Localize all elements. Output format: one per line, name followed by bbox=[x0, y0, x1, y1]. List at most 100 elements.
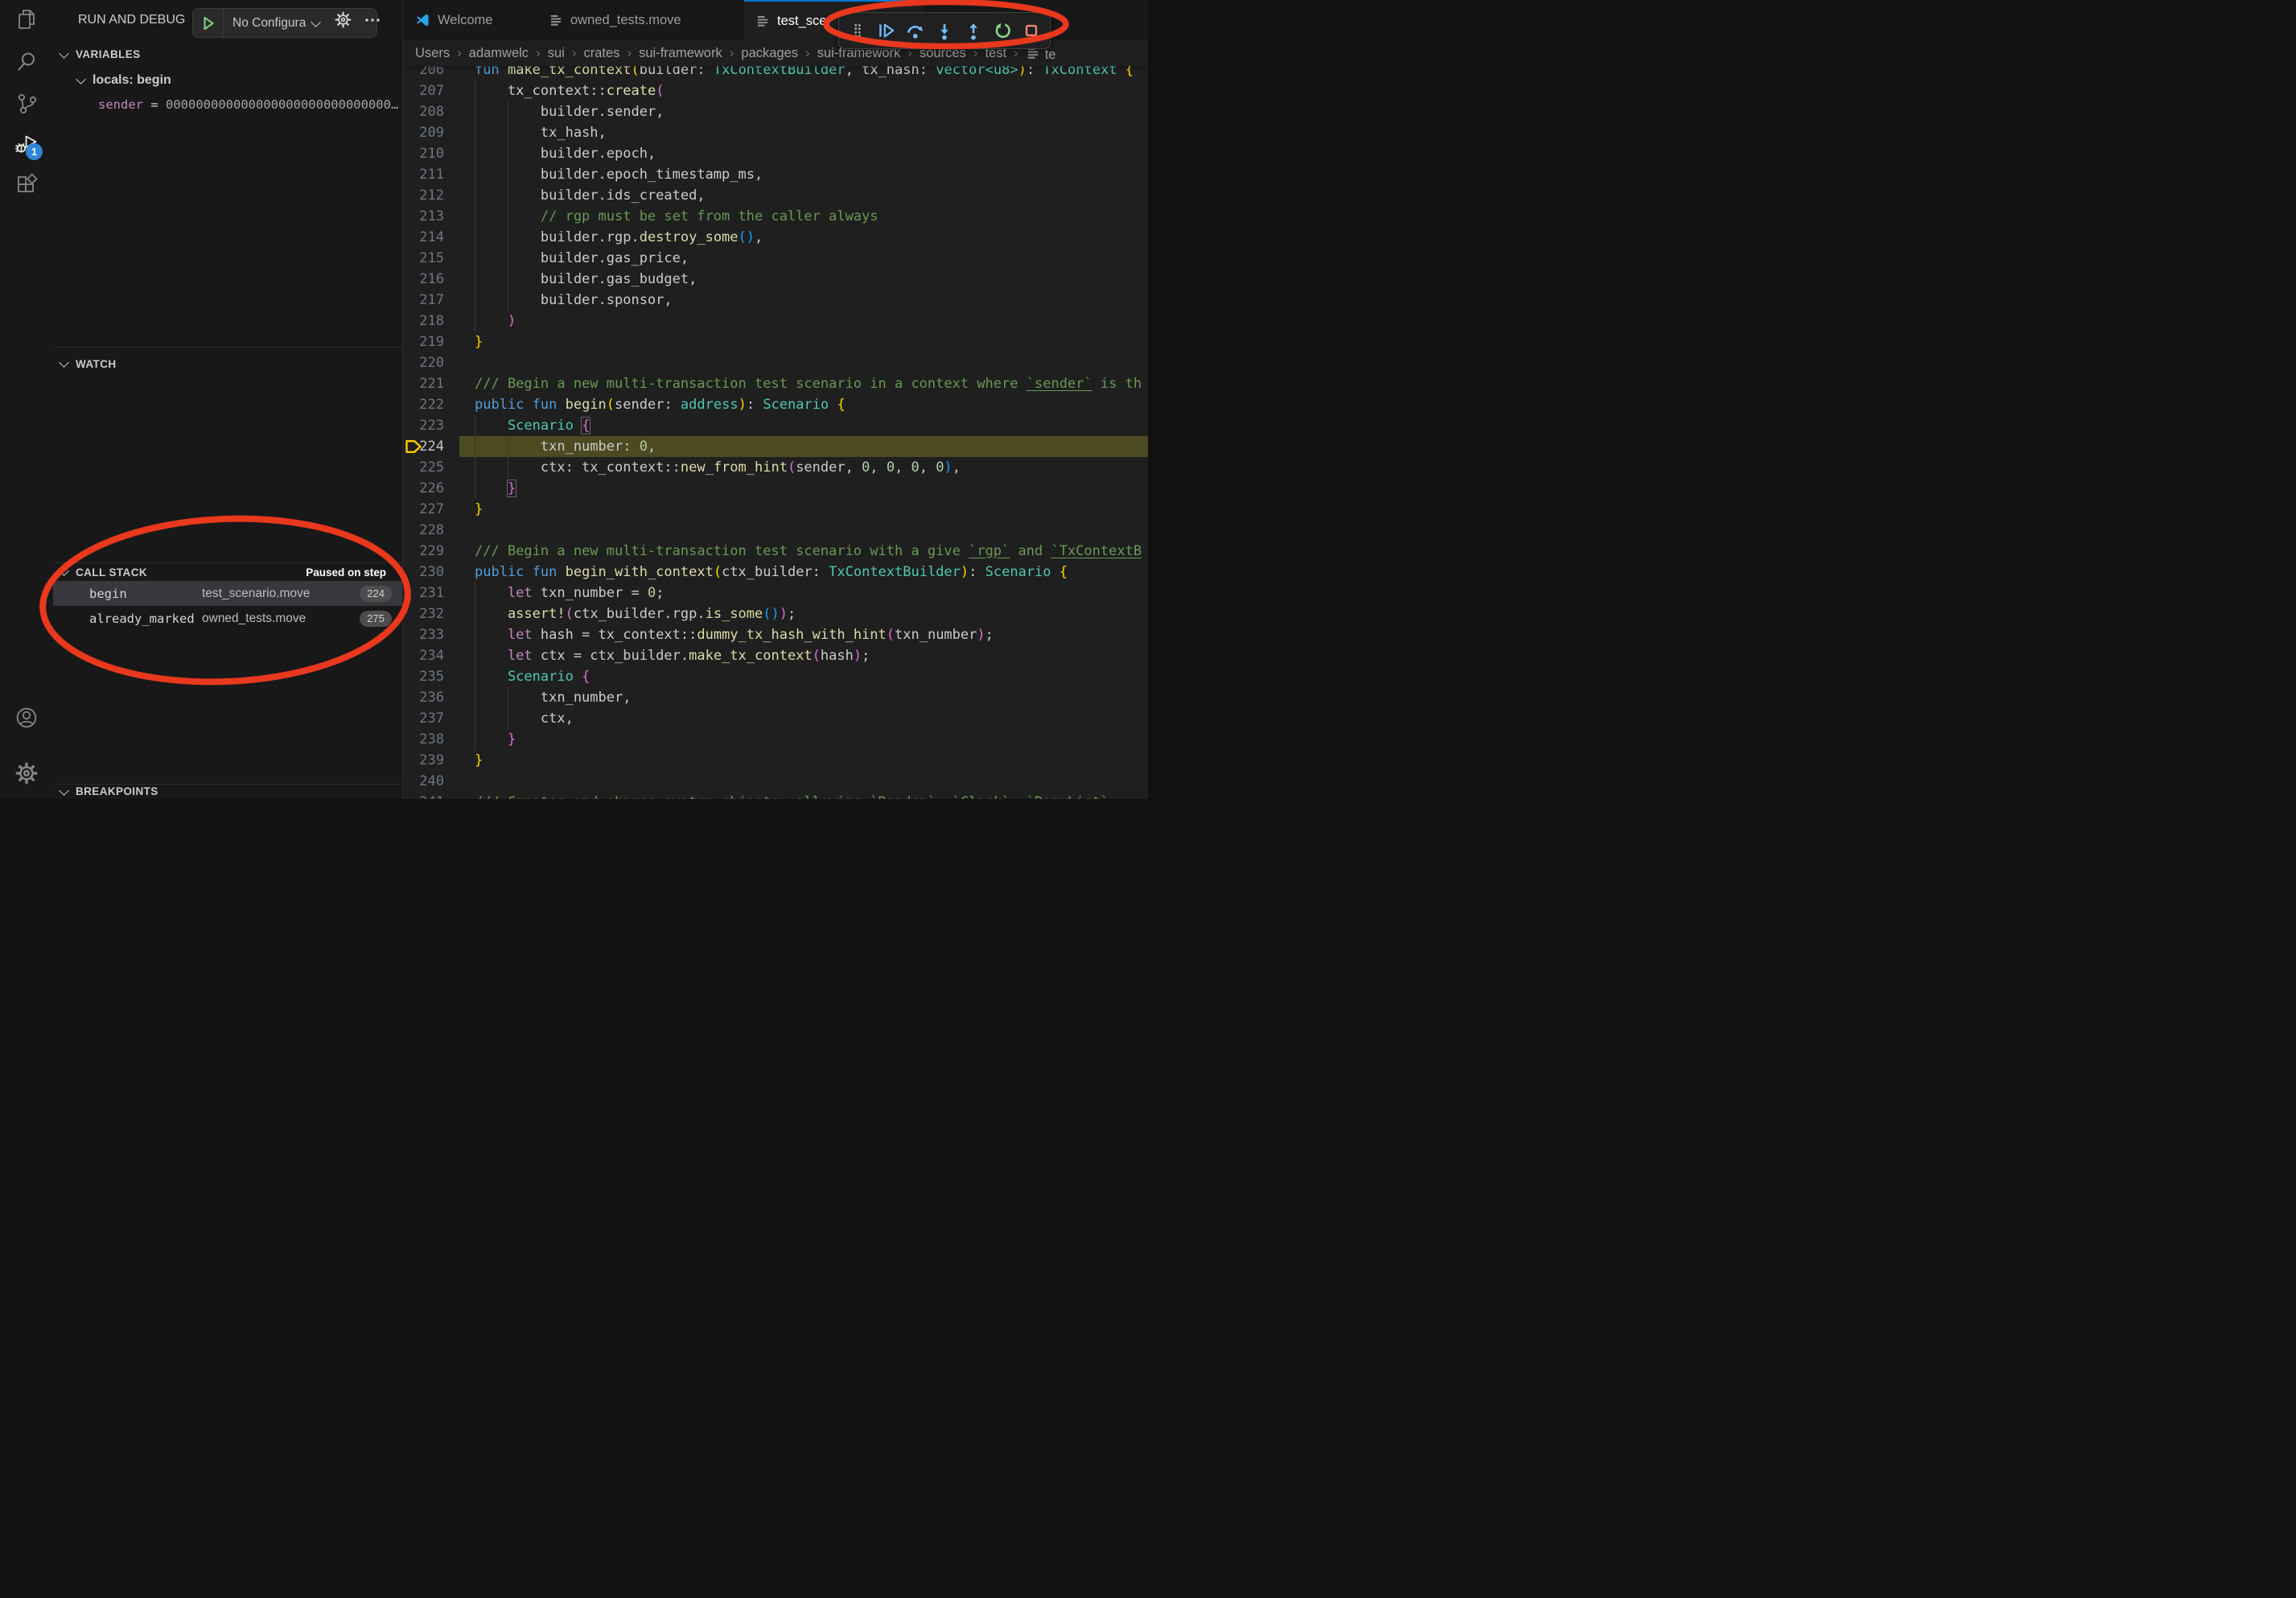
line-number[interactable]: 237 bbox=[419, 708, 444, 729]
code-line-225[interactable]: 225 ctx: tx_context::new_from_hint(sende… bbox=[403, 457, 1148, 478]
code-line-221[interactable]: 221/// Begin a new multi-transaction tes… bbox=[403, 373, 1148, 394]
code-line-209[interactable]: 209 tx_hash, bbox=[403, 122, 1148, 143]
line-number[interactable]: 218 bbox=[419, 311, 444, 332]
section-header-variables[interactable]: VARIABLES bbox=[53, 42, 402, 67]
code-line-216[interactable]: 216 builder.gas_budget, bbox=[403, 269, 1148, 290]
stack-frame-already_marked[interactable]: already_markedowned_tests.move275 bbox=[53, 606, 402, 631]
line-number[interactable]: 230 bbox=[419, 562, 444, 583]
line-number[interactable]: 233 bbox=[419, 624, 444, 645]
code-line-232[interactable]: 232 assert!(ctx_builder.rgp.is_some()); bbox=[403, 603, 1148, 624]
code-line-235[interactable]: 235 Scenario { bbox=[403, 666, 1148, 687]
breadcrumb-item[interactable]: sui bbox=[548, 46, 565, 61]
code-line-236[interactable]: 236 txn_number, bbox=[403, 687, 1148, 708]
line-number[interactable]: 213 bbox=[419, 206, 444, 227]
line-number[interactable]: 210 bbox=[419, 143, 444, 164]
breadcrumb-item[interactable]: packages bbox=[741, 46, 798, 61]
line-number[interactable]: 239 bbox=[419, 750, 444, 771]
activity-item-settings[interactable] bbox=[0, 756, 53, 794]
line-number[interactable]: 220 bbox=[419, 352, 444, 373]
activity-item-search[interactable] bbox=[0, 43, 53, 82]
breadcrumb-item[interactable]: sui-framework bbox=[639, 46, 722, 61]
code-line-212[interactable]: 212 builder.ids_created, bbox=[403, 185, 1148, 206]
line-number[interactable]: 208 bbox=[419, 101, 444, 122]
code-line-226[interactable]: 226 } bbox=[403, 478, 1148, 499]
activity-item-source-control[interactable] bbox=[0, 85, 53, 124]
line-number[interactable]: 216 bbox=[419, 269, 444, 290]
line-number[interactable]: 235 bbox=[419, 666, 444, 687]
code-line-208[interactable]: 208 builder.sender, bbox=[403, 101, 1148, 122]
code-line-218[interactable]: 218 ) bbox=[403, 311, 1148, 332]
code-line-239[interactable]: 239} bbox=[403, 750, 1148, 771]
activity-item-extensions[interactable] bbox=[0, 167, 53, 205]
line-number[interactable]: 229 bbox=[419, 541, 444, 562]
step-into-button[interactable] bbox=[933, 19, 956, 42]
code-line-237[interactable]: 237 ctx, bbox=[403, 708, 1148, 729]
line-number[interactable]: 232 bbox=[419, 603, 444, 624]
line-number[interactable]: 226 bbox=[419, 478, 444, 499]
code-line-223[interactable]: 223 Scenario { bbox=[403, 415, 1148, 436]
line-number[interactable]: 228 bbox=[419, 520, 444, 541]
debug-settings-gear-icon[interactable] bbox=[334, 10, 352, 29]
line-number[interactable]: 211 bbox=[419, 164, 444, 185]
code-line-240[interactable]: 240 bbox=[403, 771, 1148, 792]
tab-owned_tests.move[interactable]: owned_tests.move bbox=[537, 0, 743, 40]
code-editor[interactable]: 206fun make_tx_context(builder: TxContex… bbox=[403, 60, 1148, 800]
code-line-222[interactable]: 222public fun begin(sender: address): Sc… bbox=[403, 394, 1148, 415]
code-line-220[interactable]: 220 bbox=[403, 352, 1148, 373]
line-number[interactable]: 209 bbox=[419, 122, 444, 143]
line-number[interactable]: 207 bbox=[419, 80, 444, 101]
code-line-211[interactable]: 211 builder.epoch_timestamp_ms, bbox=[403, 164, 1148, 185]
start-debugging-icon[interactable] bbox=[200, 15, 216, 31]
code-line-217[interactable]: 217 builder.sponsor, bbox=[403, 290, 1148, 311]
line-number[interactable]: 227 bbox=[419, 499, 444, 520]
more-actions-icon[interactable] bbox=[364, 12, 381, 28]
breadcrumb-item[interactable]: crates bbox=[584, 46, 620, 61]
breadcrumb-item[interactable]: adamwelc bbox=[469, 46, 529, 61]
section-header-watch[interactable]: WATCH bbox=[53, 352, 402, 376]
line-number[interactable]: 221 bbox=[419, 373, 444, 394]
line-number[interactable]: 234 bbox=[419, 645, 444, 666]
code-line-227[interactable]: 227} bbox=[403, 499, 1148, 520]
code-line-224[interactable]: 224 txn_number: 0, bbox=[403, 436, 1148, 457]
code-line-231[interactable]: 231 let txn_number = 0; bbox=[403, 583, 1148, 603]
code-line-207[interactable]: 207 tx_context::create( bbox=[403, 80, 1148, 101]
stack-frame-begin[interactable]: begintest_scenario.move224 bbox=[53, 581, 402, 606]
line-number[interactable]: 224 bbox=[419, 436, 444, 457]
drag-handle-icon[interactable] bbox=[846, 19, 869, 42]
tab-Welcome[interactable]: Welcome bbox=[403, 0, 536, 40]
variables-scope-row[interactable]: locals: begin bbox=[53, 68, 402, 93]
line-number[interactable]: 238 bbox=[419, 729, 444, 750]
code-line-219[interactable]: 219} bbox=[403, 332, 1148, 352]
code-line-229[interactable]: 229/// Begin a new multi-transaction tes… bbox=[403, 541, 1148, 562]
line-number[interactable]: 240 bbox=[419, 771, 444, 792]
stop-button[interactable] bbox=[1020, 19, 1043, 42]
code-line-215[interactable]: 215 builder.gas_price, bbox=[403, 248, 1148, 269]
step-over-button[interactable] bbox=[904, 19, 927, 42]
breadcrumb-item[interactable]: Users bbox=[415, 46, 450, 61]
variable-row[interactable]: sender = 000000000000000000000000000000… bbox=[53, 93, 402, 117]
continue-button[interactable] bbox=[875, 19, 898, 42]
line-number[interactable]: 214 bbox=[419, 227, 444, 248]
line-number[interactable]: 215 bbox=[419, 248, 444, 269]
line-number[interactable]: 222 bbox=[419, 394, 444, 415]
step-out-button[interactable] bbox=[962, 19, 985, 42]
line-number[interactable]: 217 bbox=[419, 290, 444, 311]
line-number[interactable]: 225 bbox=[419, 457, 444, 478]
line-number[interactable]: 236 bbox=[419, 687, 444, 708]
section-header-breakpoints[interactable]: BREAKPOINTS bbox=[53, 785, 402, 798]
code-line-238[interactable]: 238 } bbox=[403, 729, 1148, 750]
code-line-213[interactable]: 213 // rgp must be set from the caller a… bbox=[403, 206, 1148, 227]
line-number[interactable]: 212 bbox=[419, 185, 444, 206]
activity-item-accounts[interactable] bbox=[0, 700, 53, 739]
line-number[interactable]: 219 bbox=[419, 332, 444, 352]
code-line-210[interactable]: 210 builder.epoch, bbox=[403, 143, 1148, 164]
restart-button[interactable] bbox=[991, 19, 1014, 42]
line-number[interactable]: 241 bbox=[419, 792, 444, 800]
code-line-230[interactable]: 230public fun begin_with_context(ctx_bui… bbox=[403, 562, 1148, 583]
line-number[interactable]: 231 bbox=[419, 583, 444, 603]
activity-item-explorer[interactable] bbox=[0, 2, 53, 40]
code-line-233[interactable]: 233 let hash = tx_context::dummy_tx_hash… bbox=[403, 624, 1148, 645]
code-line-214[interactable]: 214 builder.rgp.destroy_some(), bbox=[403, 227, 1148, 248]
line-number[interactable]: 223 bbox=[419, 415, 444, 436]
code-line-241[interactable]: 241/// Creates and shares system objects… bbox=[403, 792, 1148, 800]
